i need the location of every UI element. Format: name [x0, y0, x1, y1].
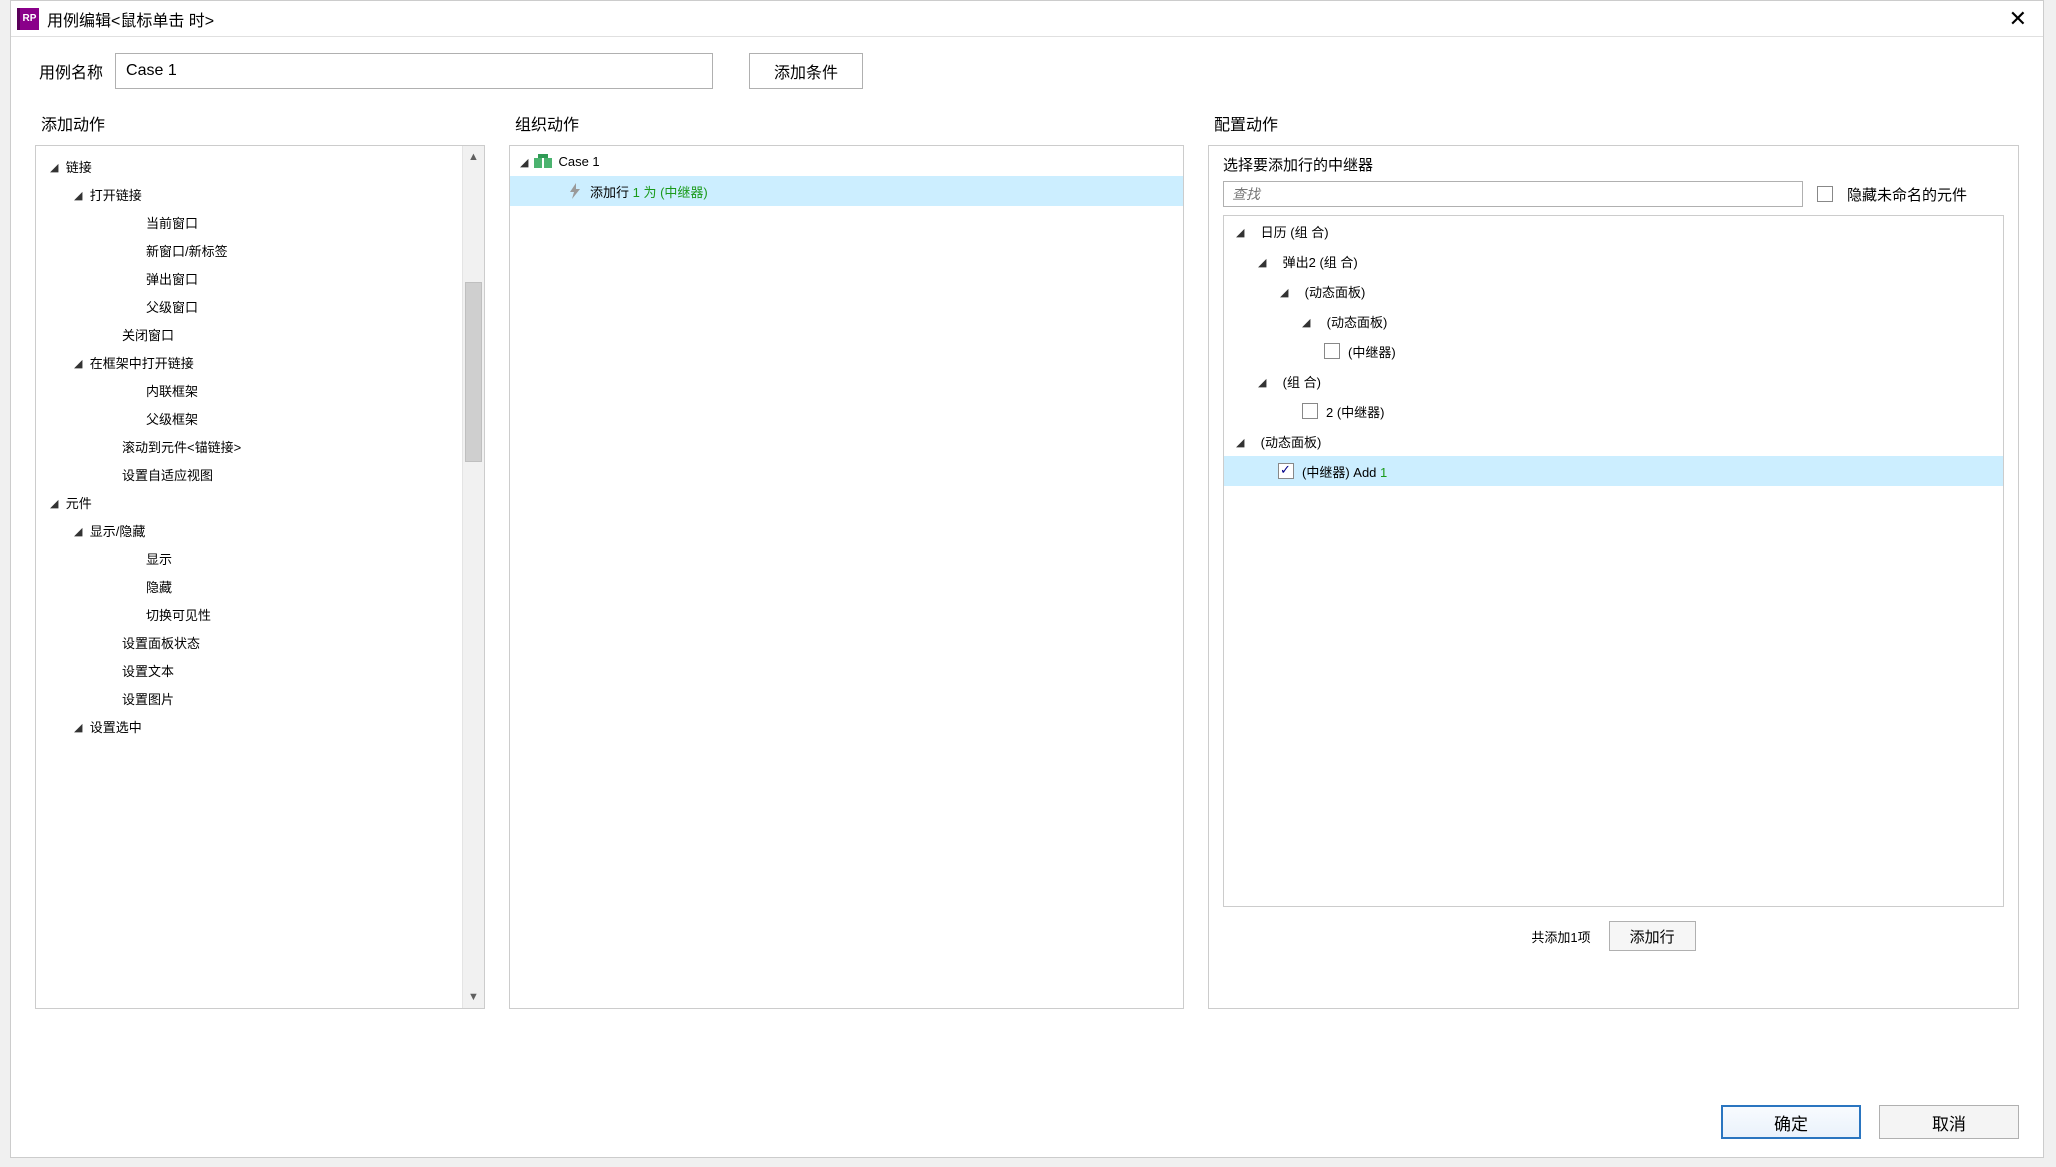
add-action-title: 添加动作: [35, 99, 485, 145]
add-count-text: 共添加1项: [1531, 927, 1590, 946]
tree-node-widgets[interactable]: 元件: [36, 488, 460, 516]
caret-down-icon: [74, 719, 82, 734]
caret-down-icon: [1258, 254, 1266, 269]
tree-leaf-current-window[interactable]: 当前窗口: [36, 208, 460, 236]
tree-leaf-repeater2[interactable]: 2 (中继器): [1224, 396, 2003, 426]
scroll-up-icon[interactable]: ▲: [463, 146, 484, 168]
tree-node-group2[interactable]: (组 合): [1224, 366, 2003, 396]
scroll-thumb[interactable]: [465, 282, 482, 462]
organize-action-column: 组织动作 Case 1 添加行 1 为 (中继器): [509, 99, 1184, 1009]
caret-down-icon: [1280, 284, 1288, 299]
tree-node-open-link[interactable]: 打开链接: [36, 180, 460, 208]
tree-node-set-selected[interactable]: 设置选中: [36, 712, 460, 740]
tree-leaf-inline-frame[interactable]: 内联框架: [36, 376, 460, 404]
tree-leaf-popup-window[interactable]: 弹出窗口: [36, 264, 460, 292]
checkbox-icon[interactable]: [1324, 343, 1340, 359]
scrollbar[interactable]: ▲ ▼: [462, 146, 484, 1008]
tree-leaf-set-adaptive[interactable]: 设置自适应视图: [36, 460, 460, 488]
close-icon[interactable]: ✕: [2003, 4, 2033, 34]
scroll-down-icon[interactable]: ▼: [463, 986, 484, 1008]
checkbox-checked-icon[interactable]: [1278, 463, 1294, 479]
config-toolbar: 隐藏未命名的元件: [1209, 181, 2018, 215]
add-row-button[interactable]: 添加行: [1609, 921, 1696, 951]
tree-node-dp2[interactable]: (动态面板): [1224, 306, 2003, 336]
caret-down-icon: [1236, 434, 1244, 449]
tree-leaf-parent-window[interactable]: 父级窗口: [36, 292, 460, 320]
ok-button[interactable]: 确定: [1721, 1105, 1861, 1139]
search-input[interactable]: [1223, 181, 1803, 207]
tree-node-show-hide[interactable]: 显示/隐藏: [36, 516, 460, 544]
tree-node-dp3[interactable]: (动态面板): [1224, 426, 2003, 456]
case-node[interactable]: Case 1: [510, 146, 1183, 176]
caret-down-icon: [50, 495, 58, 510]
action-text: 添加行 1 为 (中继器): [590, 182, 708, 201]
caret-down-icon: [1236, 224, 1244, 239]
lightning-icon: [566, 183, 584, 199]
widget-tree: 日历 (组 合) 弹出2 (组 合) (动态面板) (动态面板) (中继器) (…: [1223, 215, 2004, 907]
window-title: 用例编辑<鼠标单击 时>: [47, 7, 214, 31]
checkbox-icon[interactable]: [1302, 403, 1318, 419]
config-header: 选择要添加行的中继器: [1209, 146, 2018, 181]
repeater-add-label: (中继器) Add 1: [1302, 462, 1387, 481]
case-editor-dialog: RP 用例编辑<鼠标单击 时> ✕ 用例名称 添加条件 添加动作 链接 打开链接…: [10, 0, 2044, 1158]
caret-down-icon: [520, 154, 528, 169]
caret-down-icon: [1258, 374, 1266, 389]
caret-down-icon: [50, 159, 58, 174]
tree-node-popup2[interactable]: 弹出2 (组 合): [1224, 246, 2003, 276]
configure-action-panel: 选择要添加行的中继器 隐藏未命名的元件 日历 (组 合) 弹出2 (组 合) (…: [1208, 145, 2019, 1009]
organize-action-panel: Case 1 添加行 1 为 (中继器): [509, 145, 1184, 1009]
hide-unnamed-label: 隐藏未命名的元件: [1847, 184, 1967, 205]
caret-down-icon: [74, 187, 82, 202]
caret-down-icon: [74, 355, 82, 370]
add-action-panel: 链接 打开链接 当前窗口 新窗口/新标签 弹出窗口 父级窗口 关闭窗口 在框架中…: [35, 145, 485, 1009]
tree-node-calendar[interactable]: 日历 (组 合): [1224, 216, 2003, 246]
tree-leaf-repeater-add-selected[interactable]: (中继器) Add 1: [1224, 456, 2003, 486]
tree-leaf-close-window[interactable]: 关闭窗口: [36, 320, 460, 348]
case-name-input[interactable]: [115, 53, 713, 89]
tree-leaf-parent-frame[interactable]: 父级框架: [36, 404, 460, 432]
hide-unnamed-checkbox[interactable]: [1817, 186, 1833, 202]
tree-leaf-hide[interactable]: 隐藏: [36, 572, 460, 600]
app-icon: RP: [17, 8, 39, 30]
caret-down-icon: [74, 523, 82, 538]
tree-leaf-show[interactable]: 显示: [36, 544, 460, 572]
cancel-button[interactable]: 取消: [1879, 1105, 2019, 1139]
configure-action-title: 配置动作: [1208, 99, 2019, 145]
organize-action-title: 组织动作: [509, 99, 1184, 145]
tree-leaf-scroll-anchor[interactable]: 滚动到元件<锚链接>: [36, 432, 460, 460]
add-action-column: 添加动作 链接 打开链接 当前窗口 新窗口/新标签 弹出窗口 父级窗口 关闭窗口…: [35, 99, 485, 1009]
caret-down-icon: [1302, 314, 1310, 329]
case-name-label: 用例名称: [39, 59, 103, 83]
tree-leaf-set-text[interactable]: 设置文本: [36, 656, 460, 684]
dialog-footer: 确定 取消: [1721, 1105, 2019, 1139]
case-name-text: Case 1: [558, 154, 599, 169]
tree-leaf-toggle-visibility[interactable]: 切换可见性: [36, 600, 460, 628]
add-condition-button[interactable]: 添加条件: [749, 53, 863, 89]
tree-leaf-new-window-tab[interactable]: 新窗口/新标签: [36, 236, 460, 264]
config-footer: 共添加1项 添加行: [1209, 907, 2018, 965]
action-tree: 链接 打开链接 当前窗口 新窗口/新标签 弹出窗口 父级窗口 关闭窗口 在框架中…: [36, 146, 484, 746]
case-icon: [534, 154, 552, 168]
titlebar: RP 用例编辑<鼠标单击 时> ✕: [11, 1, 2043, 37]
configure-action-column: 配置动作 选择要添加行的中继器 隐藏未命名的元件 日历 (组 合) 弹出2 (组…: [1208, 99, 2019, 1009]
tree-node-dp1[interactable]: (动态面板): [1224, 276, 2003, 306]
action-node-selected[interactable]: 添加行 1 为 (中继器): [510, 176, 1183, 206]
tree-node-links[interactable]: 链接: [36, 152, 460, 180]
case-name-row: 用例名称 添加条件: [11, 37, 2043, 99]
tree-leaf-set-panel-state[interactable]: 设置面板状态: [36, 628, 460, 656]
tree-node-open-in-frame[interactable]: 在框架中打开链接: [36, 348, 460, 376]
tree-leaf-repeater1[interactable]: (中继器): [1224, 336, 2003, 366]
tree-leaf-set-image[interactable]: 设置图片: [36, 684, 460, 712]
